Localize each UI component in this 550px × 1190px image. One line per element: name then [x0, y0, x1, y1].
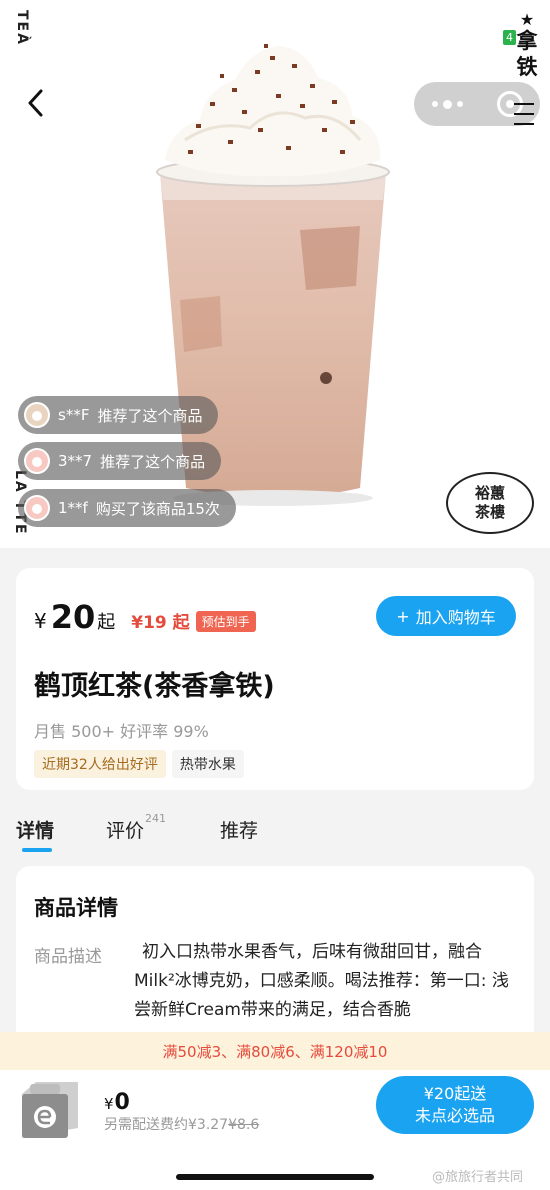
currency-symbol: ¥	[34, 609, 47, 633]
product-tags: 近期32人给出好评 热带水果	[34, 750, 244, 778]
discount-price: ¥19 起	[131, 613, 190, 633]
back-button[interactable]	[18, 86, 52, 120]
checkout-line1: ¥20起送	[423, 1084, 487, 1103]
checkout-line2: 未点必选品	[414, 1106, 495, 1125]
tab-recommend[interactable]: 推荐	[220, 816, 258, 843]
tag-reviews: 近期32人给出好评	[34, 750, 166, 778]
detail-section-title: 商品详情	[34, 896, 118, 920]
shopping-bag-icon[interactable]	[16, 1076, 82, 1142]
plus-icon: +	[396, 606, 410, 626]
tag-flavor: 热带水果	[171, 750, 244, 778]
star-mark: ★	[519, 10, 535, 29]
product-title: 鹤顶红茶(茶香拿铁)	[34, 671, 275, 702]
tab-reviews-label: 评价	[106, 820, 145, 842]
delivery-fee-original: ¥8.6	[228, 1117, 260, 1133]
avatar	[24, 448, 50, 474]
add-to-cart-button[interactable]: + 加入购物车	[376, 596, 516, 636]
desc-text: 初入口热带水果香气，后味有微甜回甘，融合Milk²冰博克奶，口感柔顺。喝法推荐：…	[134, 942, 509, 1020]
product-info-card: ¥ 20 起 ¥19 起 预估到手 + 加入购物车 鹤顶红茶(茶香拿铁) 月售 …	[16, 568, 534, 790]
watermark: @旅旅行者共同	[432, 1170, 524, 1185]
cart-currency: ¥	[104, 1095, 114, 1113]
brand-logo-line: 茶樓	[474, 503, 505, 521]
promo-strip: 满50减3、满80减6、满120减10	[0, 1032, 550, 1070]
decorative-lines-icon	[514, 103, 534, 125]
brand-side-text-top: TEÀ	[14, 10, 30, 46]
cart-total-value: 0	[114, 1090, 130, 1115]
bubble-text: 推荐了这个商品	[100, 452, 206, 471]
more-dots-icon[interactable]	[432, 99, 463, 109]
bubble-user: s**F	[58, 406, 90, 424]
vertical-title-char: 铁	[516, 55, 538, 79]
desc-label: 商品描述	[34, 947, 102, 967]
price: 20	[50, 598, 96, 636]
social-proof-bubble: 1**f 购买了该商品15次	[18, 489, 236, 527]
vertical-title: ★ 拿 铁	[510, 12, 544, 80]
product-hero: TEÀ LA TTE 4 ★ 拿 铁 裕蕙 茶樓 s**F 推荐了这个商品 3*…	[0, 0, 550, 548]
tab-reviews[interactable]: 评价241	[106, 812, 166, 843]
price-suffix: 起	[97, 612, 116, 633]
cart-total: ¥0	[104, 1090, 130, 1115]
bottom-bar: ¥0 另需配送费约¥3.27¥8.6 ¥20起送 未点必选品 @旅旅行者共同	[0, 1070, 550, 1190]
price-row: ¥ 20 起 ¥19 起 预估到手	[34, 598, 256, 636]
delivery-fee-label: 另需配送费约¥3.27	[104, 1117, 229, 1133]
avatar	[24, 402, 50, 428]
bubble-user: 1**f	[58, 499, 88, 517]
estimate-tag: 预估到手	[195, 611, 256, 632]
home-indicator[interactable]	[176, 1174, 374, 1180]
vertical-title-char: 拿	[516, 29, 538, 53]
bubble-user: 3**7	[58, 452, 93, 470]
bubble-text: 购买了该商品15次	[95, 499, 220, 518]
detail-tabs: 详情 评价241 推荐	[0, 808, 550, 856]
add-to-cart-label: 加入购物车	[415, 608, 496, 627]
bubble-text: 推荐了这个商品	[97, 406, 203, 425]
active-tab-indicator	[22, 848, 52, 852]
social-proof-bubble: 3**7 推荐了这个商品	[18, 442, 222, 480]
review-count: 241	[145, 811, 167, 825]
brand-logo-line: 裕蕙	[474, 484, 505, 502]
delivery-fee: 另需配送费约¥3.27¥8.6	[104, 1114, 259, 1134]
checkout-button[interactable]: ¥20起送 未点必选品	[376, 1076, 534, 1134]
tab-details[interactable]: 详情	[16, 816, 54, 843]
avatar	[24, 495, 50, 521]
brand-logo: 裕蕙 茶樓	[446, 472, 534, 534]
social-proof-bubble: s**F 推荐了这个商品	[18, 396, 219, 434]
sales-stats: 月售 500+ 好评率 99%	[34, 722, 209, 741]
back-chevron-icon	[28, 89, 43, 117]
